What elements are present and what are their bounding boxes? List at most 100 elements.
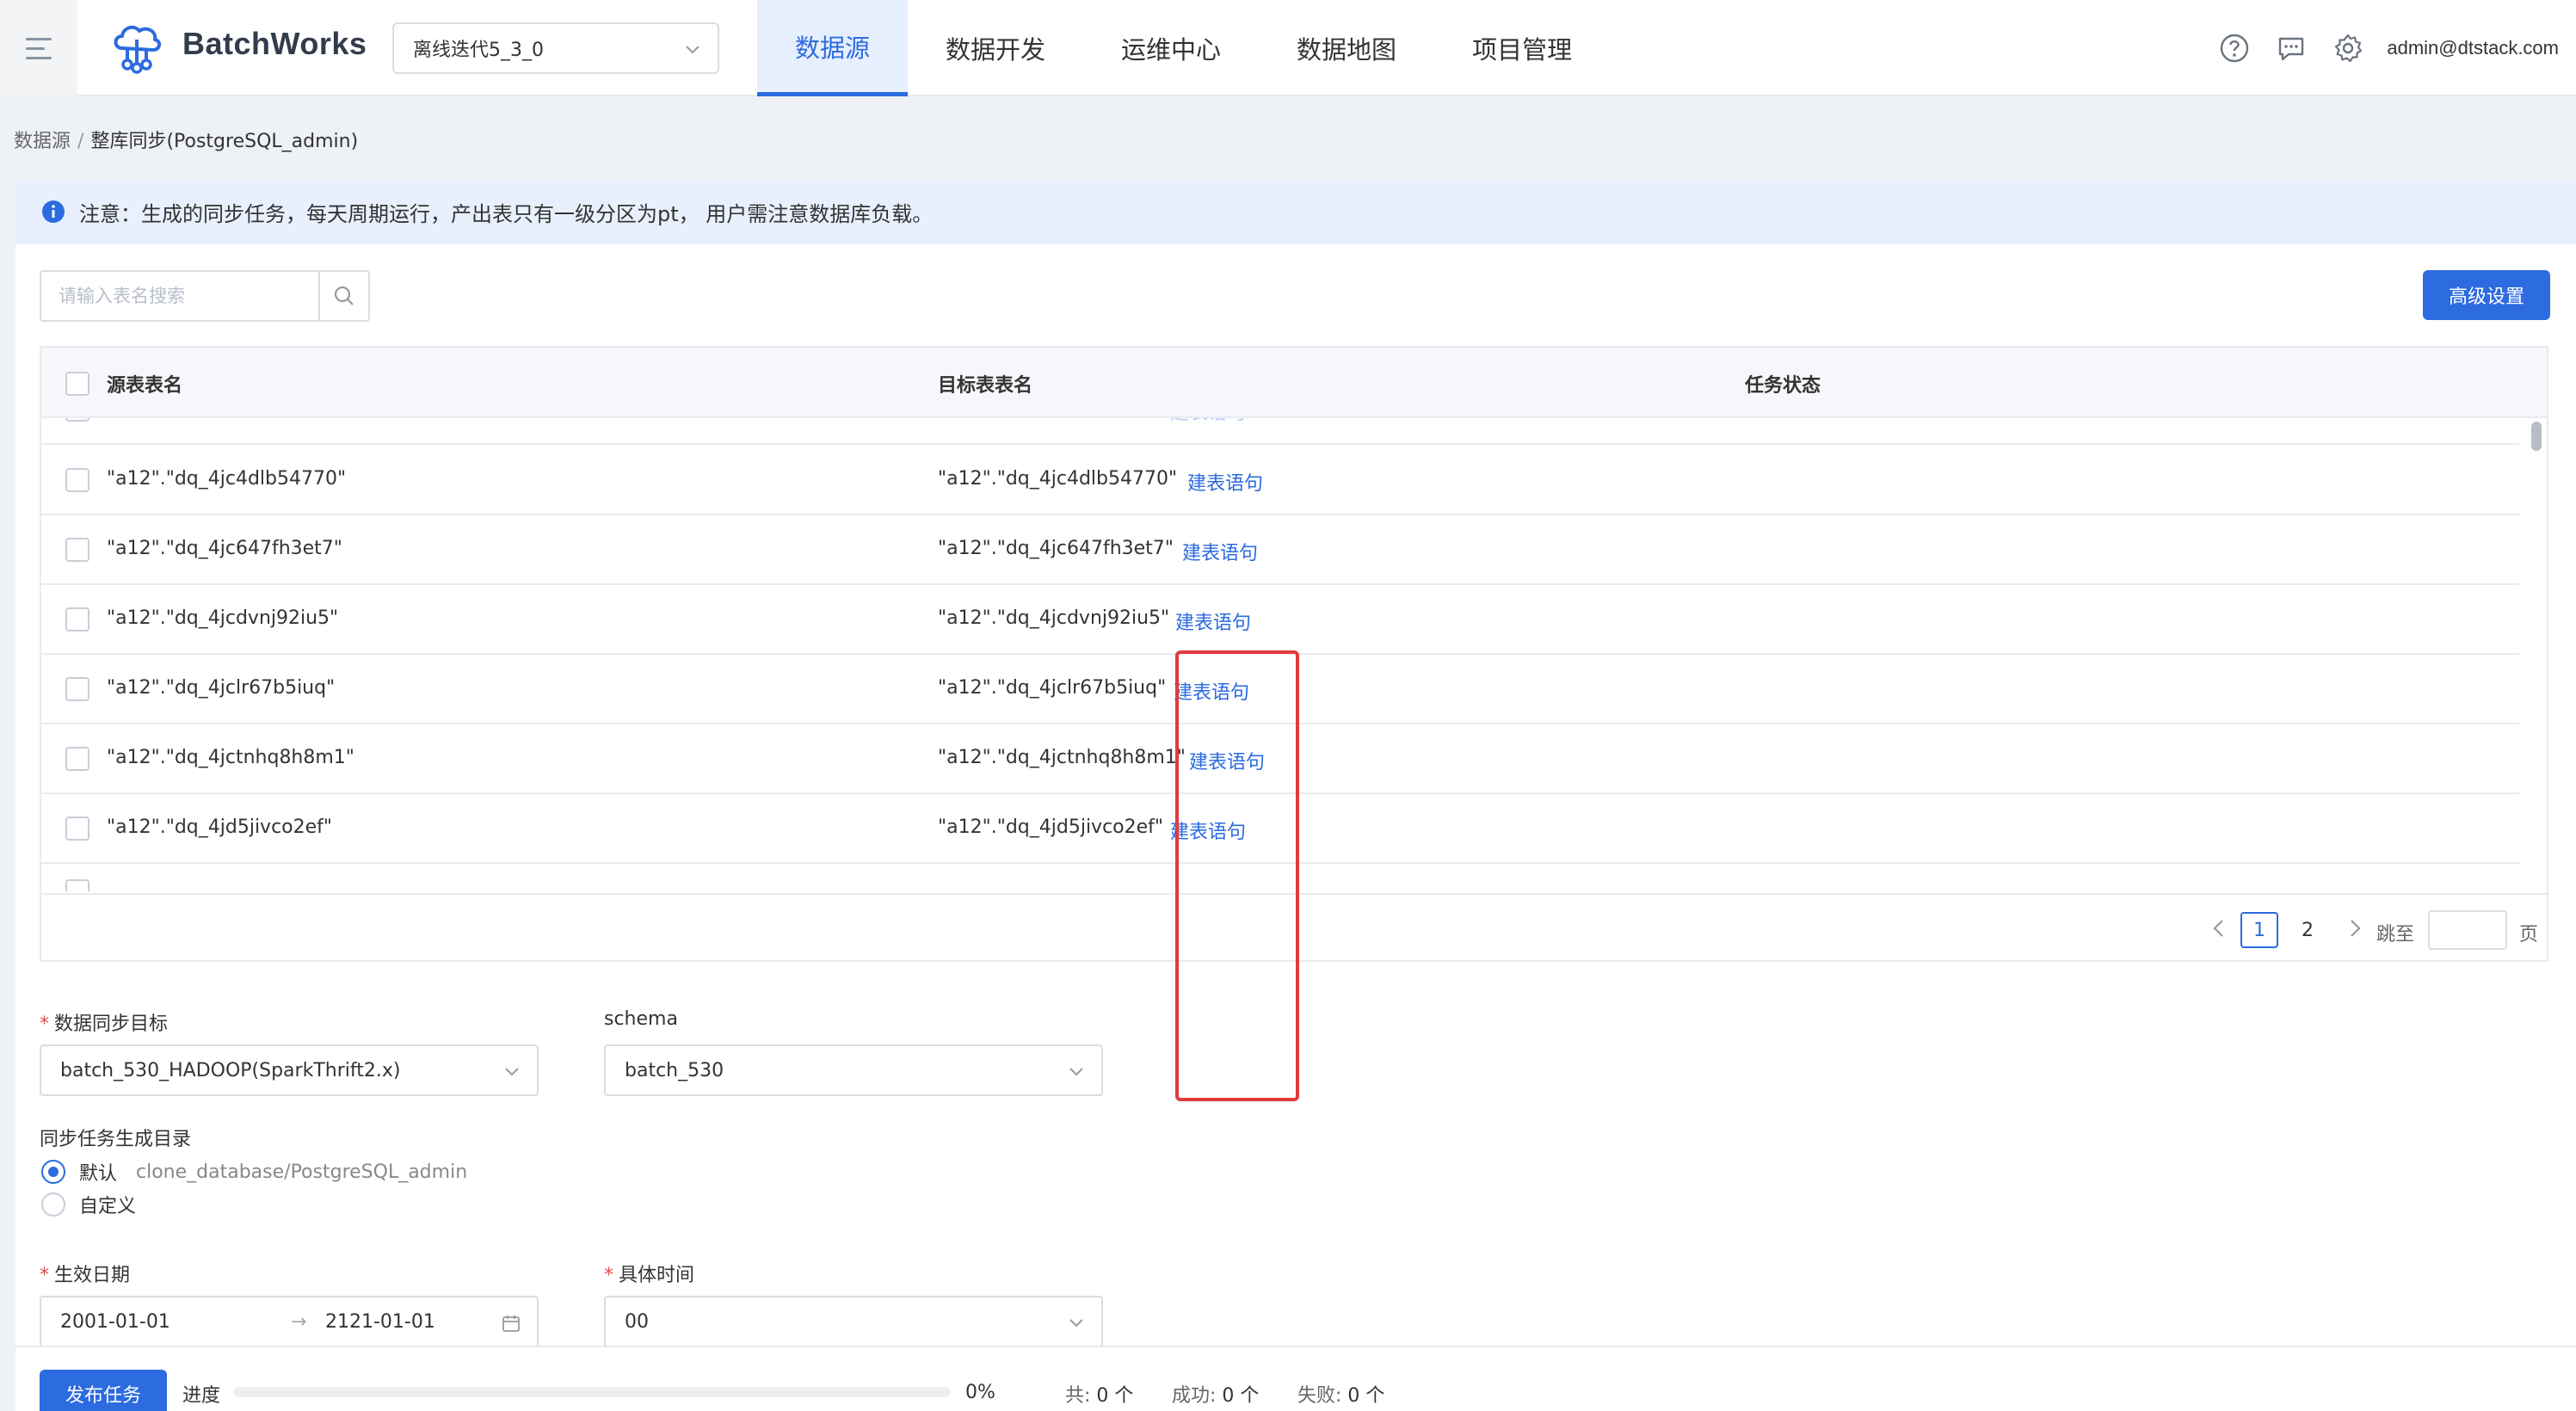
chevron-down-icon [505,1068,519,1076]
scrollbar-thumb[interactable] [2531,422,2542,451]
directory-default-label: 默认 [79,1163,118,1185]
row-checkbox[interactable] [65,607,89,632]
table-search-box [40,270,370,322]
table-row: "a12"."dq_4jcdvnj92iu5" "a12"."dq_4jcdvn… [41,585,2519,655]
create-table-sql-link[interactable]: 建表语句 [1175,607,1251,635]
schema-value: batch_530 [625,1059,724,1081]
row-checkbox[interactable] [65,538,89,562]
nav-tab-data-map[interactable]: 数据地图 [1259,0,1434,96]
nav-tab-operations[interactable]: 运维中心 [1083,0,1259,96]
directory-default-path: clone_database/PostgreSQL_admin [136,1161,468,1183]
table-row: "a12"."dq_4jc4dlb54770" "a12"."dq_4jc4dl… [41,446,2519,515]
create-table-sql-link[interactable]: 建表语句 [1170,816,1246,844]
progress-percent: 0% [965,1382,995,1403]
column-header-status: 任务状态 [1745,375,1821,397]
sync-target-value: batch_530_HADOOP(SparkThrift2.x) [60,1059,401,1081]
user-account[interactable]: admin@dtstack.com [2387,37,2559,59]
create-table-sql-link[interactable]: 建表语句 [1182,538,1258,565]
create-table-sql-link[interactable]: 建表语句 [1187,468,1263,496]
jump-to-suffix: 页 [2519,924,2539,946]
page-2-button[interactable]: 2 [2289,912,2326,948]
source-table-name: "a12"."dq_4jd5jivco2ef" [107,816,333,838]
nav-tab-development[interactable]: 数据开发 [908,0,1083,96]
table-row: "a12"."dq_4jc647fh3et7" "a12"."dq_4jc647… [41,515,2519,585]
breadcrumb-parent-link[interactable]: 数据源 [14,131,71,152]
breadcrumb: 数据源 / 整库同步(PostgreSQL_admin) [14,126,358,153]
project-select-value: 离线迭代5_3_0 [413,40,544,61]
table-row: "a12"."dq_4jd5jivco2ef" "a12"."dq_4jd5ji… [41,794,2519,864]
sync-target-label: * 数据同步目标 [40,1014,169,1035]
progress-label: 进度 [182,1385,221,1407]
table-row: "a12"."dq_4jclr67b5iuq" "a12"."dq_4jclr6… [41,655,2519,724]
effective-date-label: * 生效日期 [40,1265,131,1286]
info-icon [42,200,65,223]
row-checkbox[interactable] [65,816,89,841]
table-row-partial-bottom [41,864,2519,891]
search-icon [334,286,354,305]
menu-toggle-button[interactable] [0,0,77,96]
task-directory-label: 同步任务生成目录 [40,1129,192,1150]
column-header-target: 目标表表名 [938,375,1033,397]
specific-time-select[interactable]: 00 [604,1296,1103,1347]
jump-to-page-input[interactable] [2428,910,2507,950]
success-count: 成功: 0 个 [1172,1385,1260,1407]
chevron-down-icon [686,46,699,54]
tables-table: 源表表名 目标表表名 任务状态 建表语句 "a12"."dq_4jc4dlb54… [40,346,2548,962]
specific-time-value: 00 [625,1310,649,1333]
chevron-right-icon[interactable] [2344,915,2366,941]
chevron-down-icon [1069,1068,1083,1076]
help-icon[interactable] [2218,32,2251,65]
page-1-button[interactable]: 1 [2240,912,2278,948]
main-nav: 数据源 数据开发 运维中心 数据地图 项目管理 [757,0,1610,96]
select-all-checkbox[interactable] [65,372,89,396]
top-bar: BatchWorks 离线迭代5_3_0 数据源 数据开发 运维中心 数据地图 … [0,0,2576,96]
column-header-source: 源表表名 [107,375,183,397]
date-start-value[interactable]: 2001-01-01 [60,1311,170,1333]
nav-tab-project-management[interactable]: 项目管理 [1434,0,1610,96]
table-row-partial-top: 建表语句 [41,418,2519,445]
row-checkbox[interactable] [65,677,89,701]
nav-tab-datasource[interactable]: 数据源 [757,0,909,96]
gear-icon[interactable] [2332,32,2364,65]
sync-target-select[interactable]: batch_530_HADOOP(SparkThrift2.x) [40,1044,539,1096]
source-table-name: "a12"."dq_4jcdvnj92iu5" [107,607,339,629]
target-table-name: "a12"."dq_4jcdvnj92iu5" [938,607,1170,629]
source-table-name: "a12"."dq_4jctnhq8h8m1" [107,747,354,768]
target-table-name: "a12"."dq_4jclr67b5iuq" [938,677,1167,699]
pagination: 1 2 跳至 页 [41,893,2547,962]
create-table-sql-link[interactable]: 建表语句 [1174,677,1249,705]
effective-date-range-picker[interactable]: 2001-01-01 → 2121-01-01 [40,1296,539,1347]
total-count: 共: 0 个 [1065,1385,1134,1407]
batchworks-logo-icon [114,25,161,74]
table-scrollbar[interactable] [2531,420,2542,893]
radio-unchecked-icon[interactable] [41,1192,65,1217]
table-body: 建表语句 "a12"."dq_4jc4dlb54770" "a12"."dq_4… [41,418,2547,891]
row-checkbox[interactable] [65,747,89,771]
search-button[interactable] [318,272,368,320]
directory-default-radio[interactable]: 默认 clone_database/PostgreSQL_admin [41,1158,467,1186]
directory-custom-radio[interactable]: 自定义 [41,1191,136,1218]
chevron-left-icon[interactable] [2208,915,2230,941]
row-checkbox[interactable] [65,468,89,492]
breadcrumb-current: 整库同步(PostgreSQL_admin) [90,131,359,152]
target-table-name: "a12"."dq_4jc4dlb54770" [938,468,1178,490]
radio-checked-icon[interactable] [41,1160,65,1184]
footer-bar: 发布任务 进度 0% 共: 0 个 成功: 0 个 失败: 0 个 [15,1346,2576,1411]
advanced-settings-button[interactable]: 高级设置 [2423,270,2550,320]
schema-label: schema [604,1008,678,1030]
fail-count: 失败: 0 个 [1297,1385,1385,1407]
date-range-arrow: → [291,1311,307,1333]
hamburger-icon [26,37,52,40]
target-table-name: "a12"."dq_4jc647fh3et7" [938,538,1174,559]
publish-task-button[interactable]: 发布任务 [40,1370,167,1411]
project-select[interactable]: 离线迭代5_3_0 [392,22,719,74]
notice-banner: 注意：生成的同步任务，每天周期运行，产出表只有一级分区为pt， 用户需注意数据库… [15,179,2576,244]
message-icon[interactable] [2275,32,2308,65]
schema-select[interactable]: batch_530 [604,1044,1103,1096]
date-end-value[interactable]: 2121-01-01 [325,1311,435,1333]
create-table-sql-link[interactable]: 建表语句 [1189,747,1265,774]
table-search-input[interactable] [41,273,317,319]
table-row: "a12"."dq_4jctnhq8h8m1" "a12"."dq_4jctnh… [41,724,2519,794]
target-table-name: "a12"."dq_4jd5jivco2ef" [938,816,1164,838]
specific-time-label: * 具体时间 [604,1265,695,1286]
